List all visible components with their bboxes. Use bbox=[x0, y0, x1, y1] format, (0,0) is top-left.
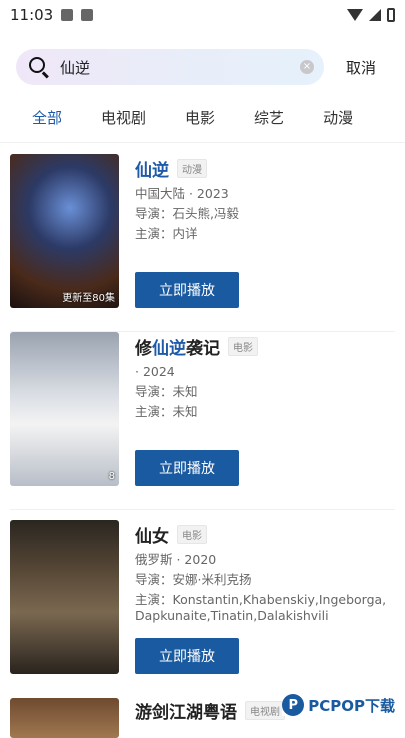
search-box[interactable]: × bbox=[16, 49, 324, 85]
status-right bbox=[347, 8, 395, 22]
region-year: 中国大陆 · 2023 bbox=[135, 186, 395, 202]
item-title[interactable]: 仙女 bbox=[135, 522, 169, 547]
status-left: 11:03 bbox=[10, 6, 93, 24]
category-tag: 动漫 bbox=[177, 159, 207, 178]
cast: 主演：Konstantin,Khabenskiy,Ingeborga,Dapku… bbox=[135, 592, 395, 624]
list-item[interactable]: 仙女 电影 俄罗斯 · 2020 导演：安娜·米利克扬 主演：Konstanti… bbox=[10, 510, 395, 692]
episode-badge: 8 bbox=[109, 471, 115, 482]
watermark: P PCPOP下载 bbox=[282, 694, 395, 716]
play-button[interactable]: 立即播放 bbox=[135, 638, 239, 674]
search-input[interactable] bbox=[60, 58, 300, 76]
signal-icon bbox=[369, 9, 381, 21]
cast: 主演：未知 bbox=[135, 404, 395, 420]
director: 导演：安娜·米利克扬 bbox=[135, 572, 395, 588]
tab-all[interactable]: 全部 bbox=[32, 107, 62, 128]
tab-variety[interactable]: 综艺 bbox=[254, 107, 284, 128]
poster-image[interactable] bbox=[10, 698, 119, 738]
region-year: 俄罗斯 · 2020 bbox=[135, 552, 395, 568]
category-tag: 电影 bbox=[228, 337, 258, 356]
status-bar: 11:03 bbox=[0, 0, 405, 30]
watermark-logo-icon: P bbox=[282, 694, 304, 716]
director: 导演：未知 bbox=[135, 384, 395, 400]
tab-anime[interactable]: 动漫 bbox=[323, 107, 353, 128]
item-info: 仙逆 动漫 中国大陆 · 2023 导演：石头熊,冯毅 主演：内详 立即播放 bbox=[135, 156, 395, 242]
item-info: 修仙逆袭记 电影 · 2024 导演：未知 主演：未知 立即播放 bbox=[135, 334, 395, 420]
poster-image[interactable] bbox=[10, 520, 119, 674]
tab-movie[interactable]: 电影 bbox=[185, 107, 215, 128]
gallery-icon bbox=[61, 9, 73, 21]
clear-icon[interactable]: × bbox=[300, 60, 314, 74]
item-title[interactable]: 仙逆 bbox=[135, 156, 169, 181]
list-item[interactable]: 更新至80集 仙逆 动漫 中国大陆 · 2023 导演：石头熊,冯毅 主演：内详… bbox=[10, 154, 395, 332]
cast: 主演：内详 bbox=[135, 226, 395, 242]
tabs-divider bbox=[0, 142, 405, 143]
poster-image[interactable]: 8 bbox=[10, 332, 119, 486]
wifi-icon bbox=[347, 9, 363, 21]
watermark-text: PCPOP下载 bbox=[308, 695, 395, 716]
battery-icon bbox=[387, 8, 395, 22]
status-time: 11:03 bbox=[10, 6, 53, 24]
region-year: · 2024 bbox=[135, 364, 395, 380]
results-list: 更新至80集 仙逆 动漫 中国大陆 · 2023 导演：石头熊,冯毅 主演：内详… bbox=[10, 154, 395, 732]
play-button[interactable]: 立即播放 bbox=[135, 450, 239, 486]
search-row: × 取消 bbox=[16, 48, 389, 86]
list-item[interactable]: 8 修仙逆袭记 电影 · 2024 导演：未知 主演：未知 立即播放 bbox=[10, 332, 395, 510]
tab-tv[interactable]: 电视剧 bbox=[101, 107, 146, 128]
search-icon bbox=[28, 56, 50, 78]
category-tag: 电视剧 bbox=[245, 701, 285, 720]
play-button[interactable]: 立即播放 bbox=[135, 272, 239, 308]
poster-image[interactable]: 更新至80集 bbox=[10, 154, 119, 308]
director: 导演：石头熊,冯毅 bbox=[135, 206, 395, 222]
cancel-button[interactable]: 取消 bbox=[346, 57, 376, 78]
item-title[interactable]: 修仙逆袭记 bbox=[135, 334, 220, 359]
episode-badge: 更新至80集 bbox=[62, 289, 115, 304]
category-tag: 电影 bbox=[177, 525, 207, 544]
category-tabs: 全部 电视剧 电影 综艺 动漫 bbox=[0, 100, 405, 134]
item-title[interactable]: 游剑江湖粤语 bbox=[135, 698, 237, 723]
notification-icon bbox=[81, 9, 93, 21]
item-info: 仙女 电影 俄罗斯 · 2020 导演：安娜·米利克扬 主演：Konstanti… bbox=[135, 522, 395, 624]
